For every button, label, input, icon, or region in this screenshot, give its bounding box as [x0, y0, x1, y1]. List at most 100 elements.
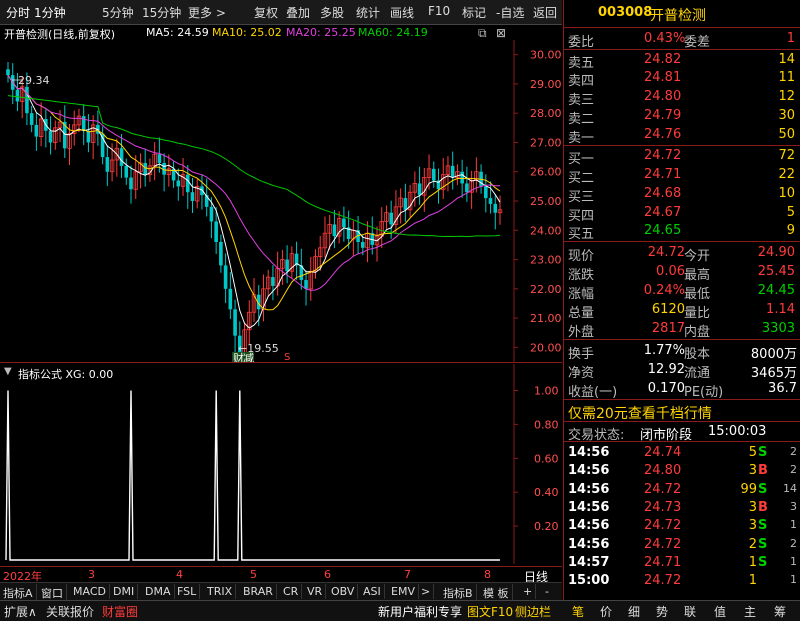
stats-button[interactable]: 统计: [356, 4, 380, 21]
y-tick-label-8: 22.00: [530, 283, 562, 296]
tick-volume: 3: [748, 499, 757, 515]
tab-fenshi[interactable]: 分时: [6, 4, 30, 21]
buy1-label: 买一: [568, 152, 595, 167]
tab-macd[interactable]: MACD: [70, 584, 110, 599]
close-chart-icon[interactable]: ⊠: [496, 26, 506, 40]
q0-v2: 24.90: [757, 245, 795, 260]
tick-side: S: [758, 554, 768, 570]
candle-body: [484, 186, 488, 199]
tab-fsl[interactable]: FSL: [174, 584, 201, 599]
multi-stock-button[interactable]: 多股: [320, 4, 344, 21]
x-label-3: 3: [88, 568, 95, 581]
tab-5min[interactable]: 5分钟: [102, 4, 134, 21]
indicator-chart[interactable]: 1.00 0.80 0.60 0.40 0.20: [0, 364, 562, 564]
sell3-label: 卖三: [568, 93, 595, 108]
remove-watchlist-button[interactable]: -自选: [496, 4, 524, 21]
related-quotes-button[interactable]: 关联报价: [46, 603, 94, 620]
tab-asi[interactable]: ASI: [360, 584, 385, 599]
back-button[interactable]: 返回: [533, 4, 557, 21]
f0-v1: 1.77%: [643, 343, 685, 358]
new-user-benefit-link[interactable]: 新用户福利专享: [378, 603, 462, 620]
tab-shi[interactable]: 势: [656, 603, 668, 620]
overlay-button[interactable]: 叠加: [286, 4, 310, 21]
buy3-vol: 10: [778, 186, 795, 201]
tab-xi[interactable]: 细: [628, 603, 640, 620]
sell5-vol: 14: [778, 52, 795, 67]
fuquan-button[interactable]: 复权: [254, 4, 278, 21]
candle-body: [389, 212, 393, 225]
q4-v2: 3303: [761, 321, 795, 336]
buy5-price: 24.65: [644, 223, 682, 238]
candle-body: [209, 206, 214, 222]
buy2-label: 买二: [568, 171, 595, 186]
y-tick-label-3: 27.00: [530, 136, 562, 149]
tab-zhu[interactable]: 主: [744, 603, 756, 620]
indicator-tabs: 指标A 窗口 MACD DMI DMA FSL TRIX BRAR CR VR …: [0, 582, 562, 602]
f10-text-button[interactable]: 图文F10: [467, 603, 513, 620]
tab-bi[interactable]: 笔: [572, 603, 584, 620]
tab-dma[interactable]: DMA: [142, 584, 175, 599]
tab-minus[interactable]: -: [542, 584, 552, 599]
tab-plus[interactable]: +: [520, 584, 537, 599]
tab-obv[interactable]: OBV: [328, 584, 359, 599]
tick-side: B: [758, 499, 768, 515]
tick-price: 24.72: [644, 573, 682, 589]
tick-row: 14:56 24.74 5 S 2: [564, 444, 800, 462]
window-restore-icon[interactable]: ⧉: [478, 26, 487, 41]
buy1-vol: 72: [778, 148, 795, 163]
tab-trix[interactable]: TRIX: [204, 584, 237, 599]
mark-button[interactable]: 标记: [462, 4, 486, 21]
promo-link[interactable]: 仅需20元查看千档行情: [568, 403, 712, 423]
y-tick-label-2: 28.00: [530, 107, 562, 120]
tab-15min[interactable]: 15分钟: [142, 4, 181, 21]
x-label-7: 7: [404, 568, 411, 581]
sidebar-toggle-button[interactable]: 侧边栏: [515, 603, 551, 620]
tab-more[interactable]: 更多 >: [188, 4, 226, 21]
tick-row: 14:56 24.72 99 S 14: [564, 481, 800, 499]
wealth-circle-button[interactable]: 财富圈: [102, 603, 138, 620]
tab-chou[interactable]: 筹: [774, 603, 786, 620]
tick-row: 14:56 24.73 3 B 3: [564, 499, 800, 517]
tick-count: 1: [790, 554, 797, 568]
y-tick-label-0: 30.00: [530, 49, 562, 62]
y-tick-label-9: 21.00: [530, 312, 562, 325]
x-label-6: 6: [324, 568, 331, 581]
tab-jia[interactable]: 价: [600, 603, 612, 620]
candle-body: [29, 113, 34, 125]
y-tick-label-10: 20.00: [530, 341, 562, 354]
tab-scroll-right[interactable]: >: [418, 584, 435, 599]
collapse-icon[interactable]: ▼: [4, 366, 12, 377]
sell4-vol: 11: [778, 70, 795, 85]
sell5-price: 24.82: [644, 52, 682, 67]
f2-v2: 36.7: [768, 381, 797, 396]
tick-volume: 3: [748, 463, 757, 479]
buy5-label: 买五: [568, 227, 595, 242]
stock-code: 003008: [598, 5, 653, 20]
tick-volume: 2: [748, 536, 757, 552]
tab-dmi[interactable]: DMI: [110, 584, 139, 599]
tab-cr[interactable]: CR: [280, 584, 303, 599]
tick-price: 24.72: [644, 536, 682, 552]
tab-brar[interactable]: BRAR: [240, 584, 277, 599]
candle-body: [219, 241, 223, 266]
tick-count: 3: [790, 499, 797, 513]
q2-v2: 24.45: [757, 283, 795, 298]
ind-y-tick-label-4: 0.20: [534, 520, 559, 533]
tab-1min[interactable]: 1分钟: [34, 4, 66, 21]
tab-lian[interactable]: 联: [684, 603, 696, 620]
candle-body: [342, 218, 346, 228]
ind-y-tick-label-1: 0.80: [534, 418, 559, 431]
buy4-vol: 5: [786, 205, 795, 220]
candle-body: [105, 157, 110, 172]
tab-zhi[interactable]: 值: [714, 603, 726, 620]
candle-body: [332, 224, 337, 237]
expand-button[interactable]: 扩展∧: [4, 603, 37, 620]
tab-vr[interactable]: VR: [304, 584, 327, 599]
weibi-value: 0.43%: [644, 31, 686, 46]
tab-emv[interactable]: EMV: [388, 584, 419, 599]
f2-l1: 收益(一): [568, 385, 618, 400]
f10-button[interactable]: F10: [428, 4, 450, 18]
candle-body: [25, 86, 29, 114]
candlestick-chart[interactable]: 30.00 29.00 28.00 27.00 26.00 25.00 24.00 23.00…: [0, 40, 562, 362]
draw-line-button[interactable]: 画线: [390, 4, 414, 21]
